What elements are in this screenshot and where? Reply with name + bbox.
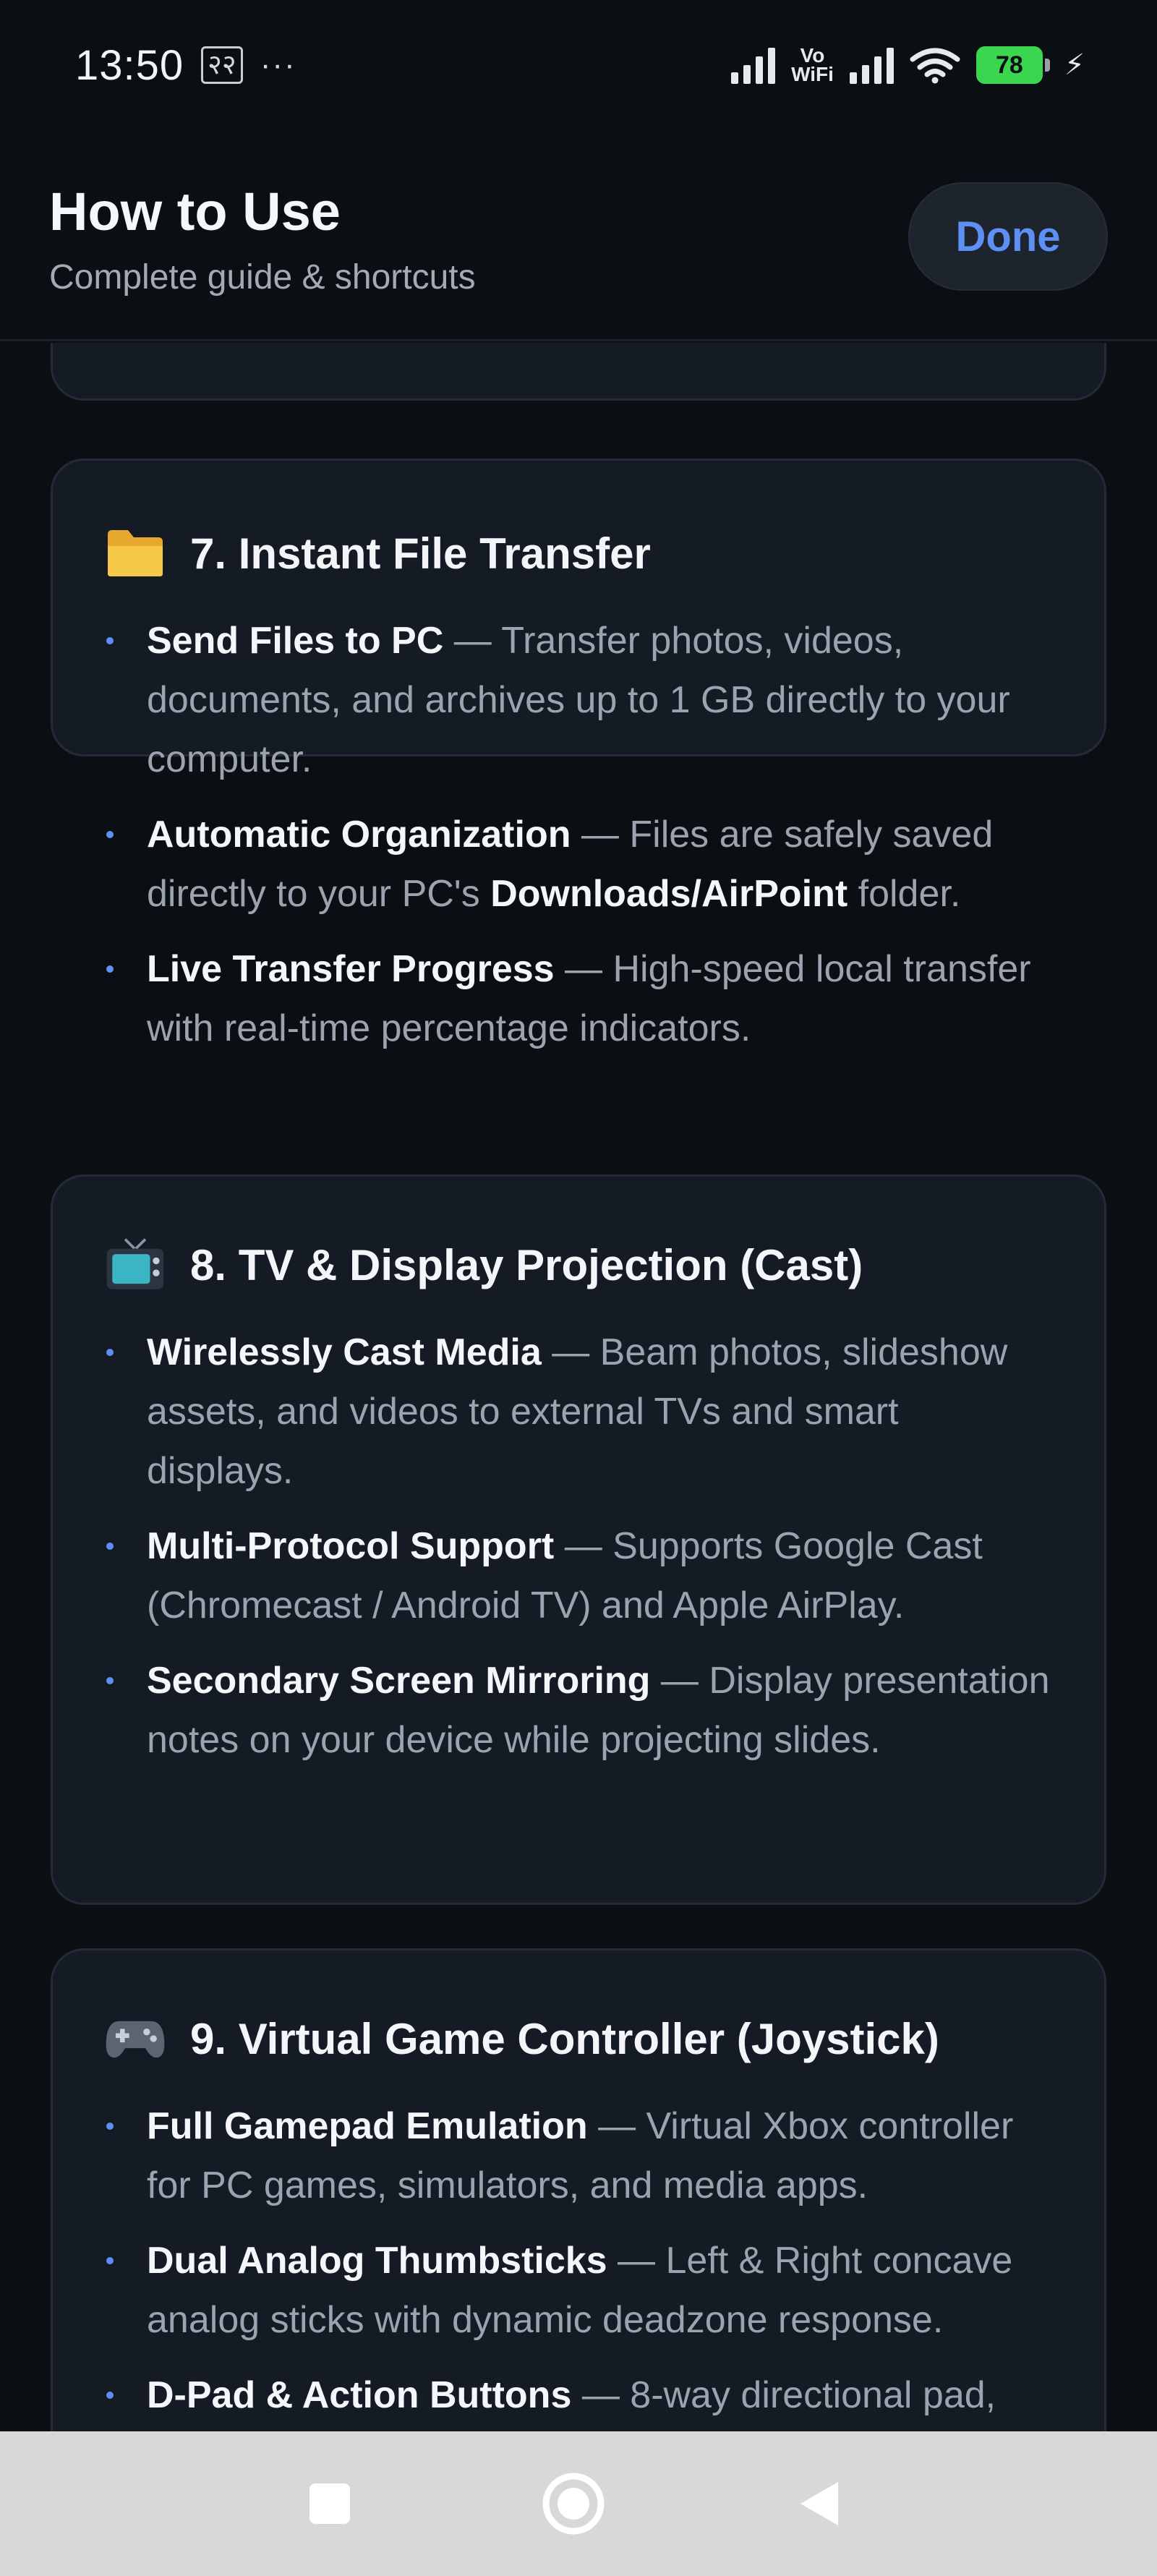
list-item: D-Pad & Action Buttons — 8-way direction… [103,2366,1054,2425]
bullet-heading: Dual Analog Thumbsticks [147,2240,607,2282]
card-title: 7. Instant File Transfer [190,529,651,578]
status-bar: 13:50 २२ ··· Vo WiFi 78 ⚡ [0,0,1157,130]
home-button[interactable] [501,2431,646,2576]
card-header: 8. TV & Display Projection (Cast) [105,1234,863,1295]
wifi-icon [910,48,960,84]
back-icon [800,2482,838,2525]
page-subtitle: Complete guide & shortcuts [49,258,476,297]
card-header: 9. Virtual Game Controller (Joystick) [105,2008,939,2069]
bullet-heading: Secondary Screen Mirroring [147,1660,651,1702]
vowifi-bottom: WiFi [791,63,834,85]
list-item: Live Transfer Progress — High-speed loca… [103,939,1054,1058]
status-right: Vo WiFi 78 ⚡ [731,46,1085,85]
gamepad-icon [105,2008,166,2069]
list-item: Dual Analog Thumbsticks — Left & Right c… [103,2231,1054,2350]
more-notifications-icon: ··· [260,47,296,82]
page-title: How to Use [49,182,341,242]
list-item: Multi-Protocol Support — Supports Google… [103,1517,1054,1635]
card-file-transfer: 7. Instant File Transfer Send Files to P… [51,459,1106,1049]
signal-icon [731,46,776,84]
screen: 13:50 २२ ··· Vo WiFi 78 ⚡ How to Use Com… [0,0,1157,2576]
card-cast: 8. TV & Display Projection (Cast) Wirele… [51,1174,1106,1905]
done-button[interactable]: Done [908,182,1108,291]
home-icon [542,2473,605,2535]
card-game-controller: 9. Virtual Game Controller (Joystick) Fu… [51,1948,1106,2433]
vowifi-icon: Vo WiFi [791,46,834,85]
charging-icon: ⚡ [1064,49,1085,81]
bullet-heading: Automatic Organization [147,814,571,856]
bullet-heading: Live Transfer Progress [147,948,555,990]
bullet-list: Send Files to PC — Transfer photos, vide… [103,611,1054,1074]
bullet-heading: D-Pad & Action Buttons [147,2374,572,2416]
navigation-bar [0,2431,1157,2576]
bullet-list: Wirelessly Cast Media — Beam photos, sli… [103,1323,1054,1786]
recents-icon [309,2483,350,2524]
bullet-heading: Wirelessly Cast Media [147,1331,542,1373]
battery-indicator: 78 [975,46,1050,84]
back-button[interactable] [747,2431,892,2576]
card-title: 9. Virtual Game Controller (Joystick) [190,2014,939,2063]
guide-scroll-area[interactable]: 7. Instant File Transfer Send Files to P… [0,343,1157,2433]
list-item: Automatic Organization — Files are safel… [103,805,1054,924]
list-item: Full Gamepad Emulation — Virtual Xbox co… [103,2097,1054,2215]
card-title: 8. TV & Display Projection (Cast) [190,1240,863,1289]
signal-icon-2 [849,46,894,84]
card-header: 7. Instant File Transfer [105,523,651,584]
bullet-heading: Multi-Protocol Support [147,1525,555,1567]
bullet-emphasis: Downloads/AirPoint [490,873,848,915]
list-item: Wirelessly Cast Media — Beam photos, sli… [103,1323,1054,1501]
recents-button[interactable] [257,2431,402,2576]
previous-card [51,343,1106,401]
folder-icon [105,523,166,584]
status-left: 13:50 २२ ··· [75,41,296,90]
list-item: Send Files to PC — Transfer photos, vide… [103,611,1054,789]
status-time: 13:50 [75,41,184,89]
notification-glyph: २२ [201,46,243,84]
bullet-text: — 8-way directional pad, [571,2374,996,2416]
bullet-heading: Send Files to PC [147,620,444,662]
bullet-list: Full Gamepad Emulation — Virtual Xbox co… [103,2097,1054,2433]
tv-icon [105,1234,166,1295]
list-item: Secondary Screen Mirroring — Display pre… [103,1651,1054,1770]
bullet-heading: Full Gamepad Emulation [147,2105,588,2147]
header: How to Use Complete guide & shortcuts Do… [0,130,1157,341]
bullet-text-end: folder. [848,873,961,915]
